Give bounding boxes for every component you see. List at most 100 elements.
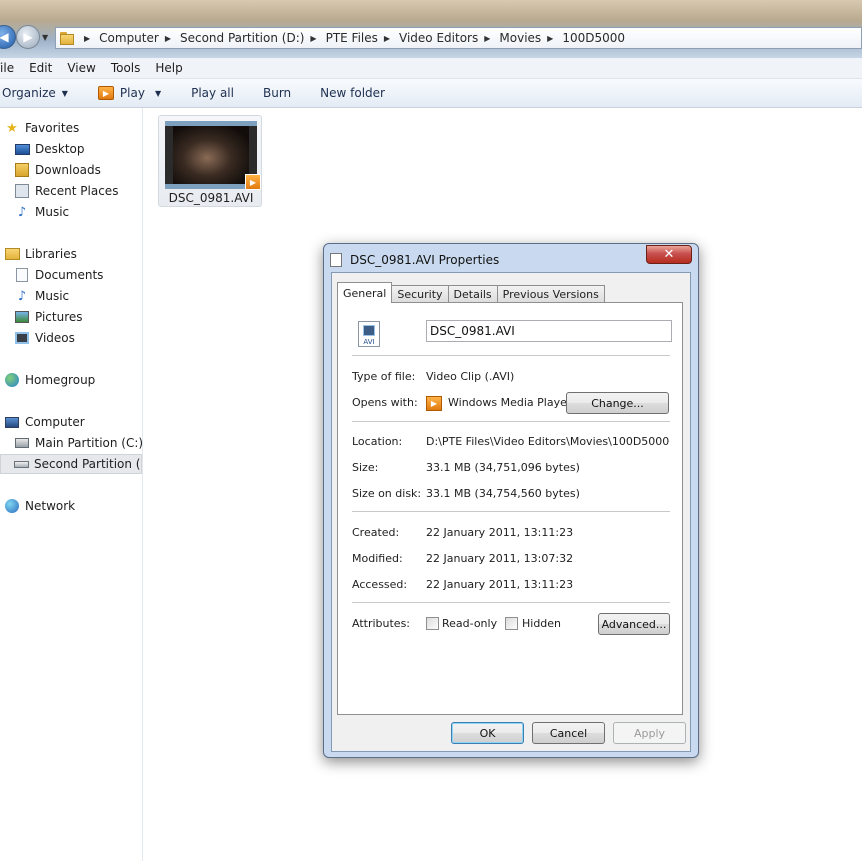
sidebar-item-main-partition[interactable]: Main Partition (C:) xyxy=(14,433,143,453)
play-button[interactable]: ▶ Play ▼ xyxy=(97,86,162,100)
back-arrow-icon: ◀ xyxy=(0,30,9,44)
breadcrumb-computer[interactable]: Computer ▶ xyxy=(99,31,180,45)
chevron-right-icon: ▶ xyxy=(164,33,171,43)
change-button[interactable]: Change... xyxy=(566,392,669,414)
explorer-title-bar: ◀ ▶ ▼ ▶ Computer ▶ Second Partition (D:) ▶… xyxy=(0,0,862,58)
sidebar-item-favorites[interactable]: ★ Favorites xyxy=(4,118,79,138)
sidebar-item-music-library[interactable]: ♪ Music xyxy=(14,286,69,306)
cancel-button[interactable]: Cancel xyxy=(532,722,605,744)
play-icon: ▶ xyxy=(97,86,114,100)
opens-with-value: Windows Media Player xyxy=(448,396,572,409)
recent-pages-dropdown-icon[interactable]: ▼ xyxy=(42,33,48,42)
new-folder-button[interactable]: New folder xyxy=(320,86,385,100)
hidden-label[interactable]: Hidden xyxy=(522,617,561,630)
breadcrumb-100d5000[interactable]: 100D5000 xyxy=(562,31,625,45)
menu-bar: File Edit View Tools Help xyxy=(0,58,862,79)
divider xyxy=(352,421,670,423)
address-bar[interactable]: ▶ Computer ▶ Second Partition (D:) ▶ PTE F… xyxy=(55,27,862,49)
documents-icon xyxy=(16,268,28,282)
breadcrumb-movies[interactable]: Movies ▶ xyxy=(499,31,562,45)
read-only-label[interactable]: Read-only xyxy=(442,617,497,630)
dialog-body: General Security Details Previous Versio… xyxy=(331,272,691,752)
close-icon: ✕ xyxy=(663,247,675,262)
divider xyxy=(352,602,670,604)
sidebar-item-videos[interactable]: Videos xyxy=(14,328,75,348)
windows-media-player-icon: ▶ xyxy=(426,396,442,411)
chevron-right-icon: ▶ xyxy=(310,33,317,43)
recent-places-icon xyxy=(15,184,29,198)
menu-edit[interactable]: Edit xyxy=(29,61,52,75)
file-name-input[interactable] xyxy=(426,320,672,342)
organize-button[interactable]: Organize ▼ xyxy=(2,86,68,100)
advanced-button[interactable]: Advanced... xyxy=(598,613,670,635)
sidebar-item-computer[interactable]: Computer xyxy=(4,412,85,432)
created-value: 22 January 2011, 13:11:23 xyxy=(426,526,574,539)
sidebar-item-music-favorite[interactable]: ♪ Music xyxy=(14,202,69,222)
forward-button[interactable]: ▶ xyxy=(16,25,40,49)
desktop-icon xyxy=(14,143,30,155)
location-value: D:\PTE Files\Video Editors\Movies\100D50… xyxy=(426,435,670,448)
breadcrumb-pte-files[interactable]: PTE Files ▶ xyxy=(326,31,399,45)
downloads-icon xyxy=(15,163,29,177)
opens-with-label: Opens with: xyxy=(352,396,418,409)
network-icon xyxy=(5,499,19,513)
sidebar-item-libraries[interactable]: Libraries xyxy=(4,244,77,264)
breadcrumb-arrow-root[interactable]: ▶ xyxy=(78,34,99,43)
chevron-down-icon: ▼ xyxy=(154,88,162,98)
size-label: Size: xyxy=(352,461,379,474)
computer-icon xyxy=(5,416,19,428)
breadcrumb-video-editors[interactable]: Video Editors ▶ xyxy=(399,31,499,45)
tab-security[interactable]: Security xyxy=(391,285,449,303)
video-thumbnail: ▶ xyxy=(165,121,261,190)
divider xyxy=(352,355,670,357)
location-label: Location: xyxy=(352,435,403,448)
back-button[interactable]: ◀ xyxy=(0,25,16,49)
hidden-checkbox[interactable] xyxy=(505,617,518,630)
dialog-title: DSC_0981.AVI Properties xyxy=(350,253,500,267)
menu-help[interactable]: Help xyxy=(155,61,182,75)
chevron-right-icon: ▶ xyxy=(383,33,391,43)
menu-tools[interactable]: Tools xyxy=(111,61,141,75)
menu-file[interactable]: File xyxy=(0,61,14,75)
videos-icon xyxy=(15,332,29,344)
sidebar-item-downloads[interactable]: Downloads xyxy=(14,160,101,180)
sidebar-item-pictures[interactable]: Pictures xyxy=(14,307,83,327)
size-on-disk-label: Size on disk: xyxy=(352,487,422,500)
sidebar-item-second-partition[interactable]: Second Partition (D:) xyxy=(0,454,142,474)
file-item-dsc-0981[interactable]: ▶ DSC_0981.AVI xyxy=(158,115,262,207)
attributes-label: Attributes: xyxy=(352,617,411,630)
homegroup-icon xyxy=(5,373,19,387)
breadcrumb-second-partition[interactable]: Second Partition (D:) ▶ xyxy=(180,31,326,45)
tab-general[interactable]: General xyxy=(337,282,393,303)
type-of-file-label: Type of file: xyxy=(352,370,416,383)
apply-button[interactable]: Apply xyxy=(613,722,686,744)
tab-details[interactable]: Details xyxy=(447,285,498,303)
sidebar-item-documents[interactable]: Documents xyxy=(14,265,103,285)
size-on-disk-value: 33.1 MB (34,754,560 bytes) xyxy=(426,487,580,500)
ok-button[interactable]: OK xyxy=(451,722,524,744)
drive-d-icon xyxy=(14,460,29,468)
sidebar-item-desktop[interactable]: Desktop xyxy=(14,139,85,159)
pictures-icon xyxy=(15,311,29,323)
menu-view[interactable]: View xyxy=(67,61,95,75)
sidebar-item-recent-places[interactable]: Recent Places xyxy=(14,181,118,201)
burn-button[interactable]: Burn xyxy=(263,86,291,100)
music-note-icon: ♪ xyxy=(17,204,27,220)
star-icon: ★ xyxy=(6,120,18,136)
read-only-checkbox[interactable] xyxy=(426,617,439,630)
sidebar-item-homegroup[interactable]: Homegroup xyxy=(4,370,95,390)
modified-label: Modified: xyxy=(352,552,403,565)
accessed-label: Accessed: xyxy=(352,578,408,591)
play-badge-icon: ▶ xyxy=(245,174,261,190)
play-all-button[interactable]: Play all xyxy=(191,86,234,100)
chevron-right-icon: ▶ xyxy=(84,33,91,43)
chevron-right-icon: ▶ xyxy=(547,33,554,43)
general-tab-panel: AVI Type of file: Video Clip (.AVI) Open… xyxy=(337,302,683,715)
sidebar-item-network[interactable]: Network xyxy=(4,496,75,516)
drive-c-icon xyxy=(15,438,29,448)
command-toolbar: Organize ▼ ▶ Play ▼ Play all Burn New fold… xyxy=(0,79,862,108)
tab-previous-versions[interactable]: Previous Versions xyxy=(496,285,605,303)
close-button[interactable]: ✕ xyxy=(646,245,692,264)
chevron-right-icon: ▶ xyxy=(484,33,491,43)
type-of-file-value: Video Clip (.AVI) xyxy=(426,370,515,383)
